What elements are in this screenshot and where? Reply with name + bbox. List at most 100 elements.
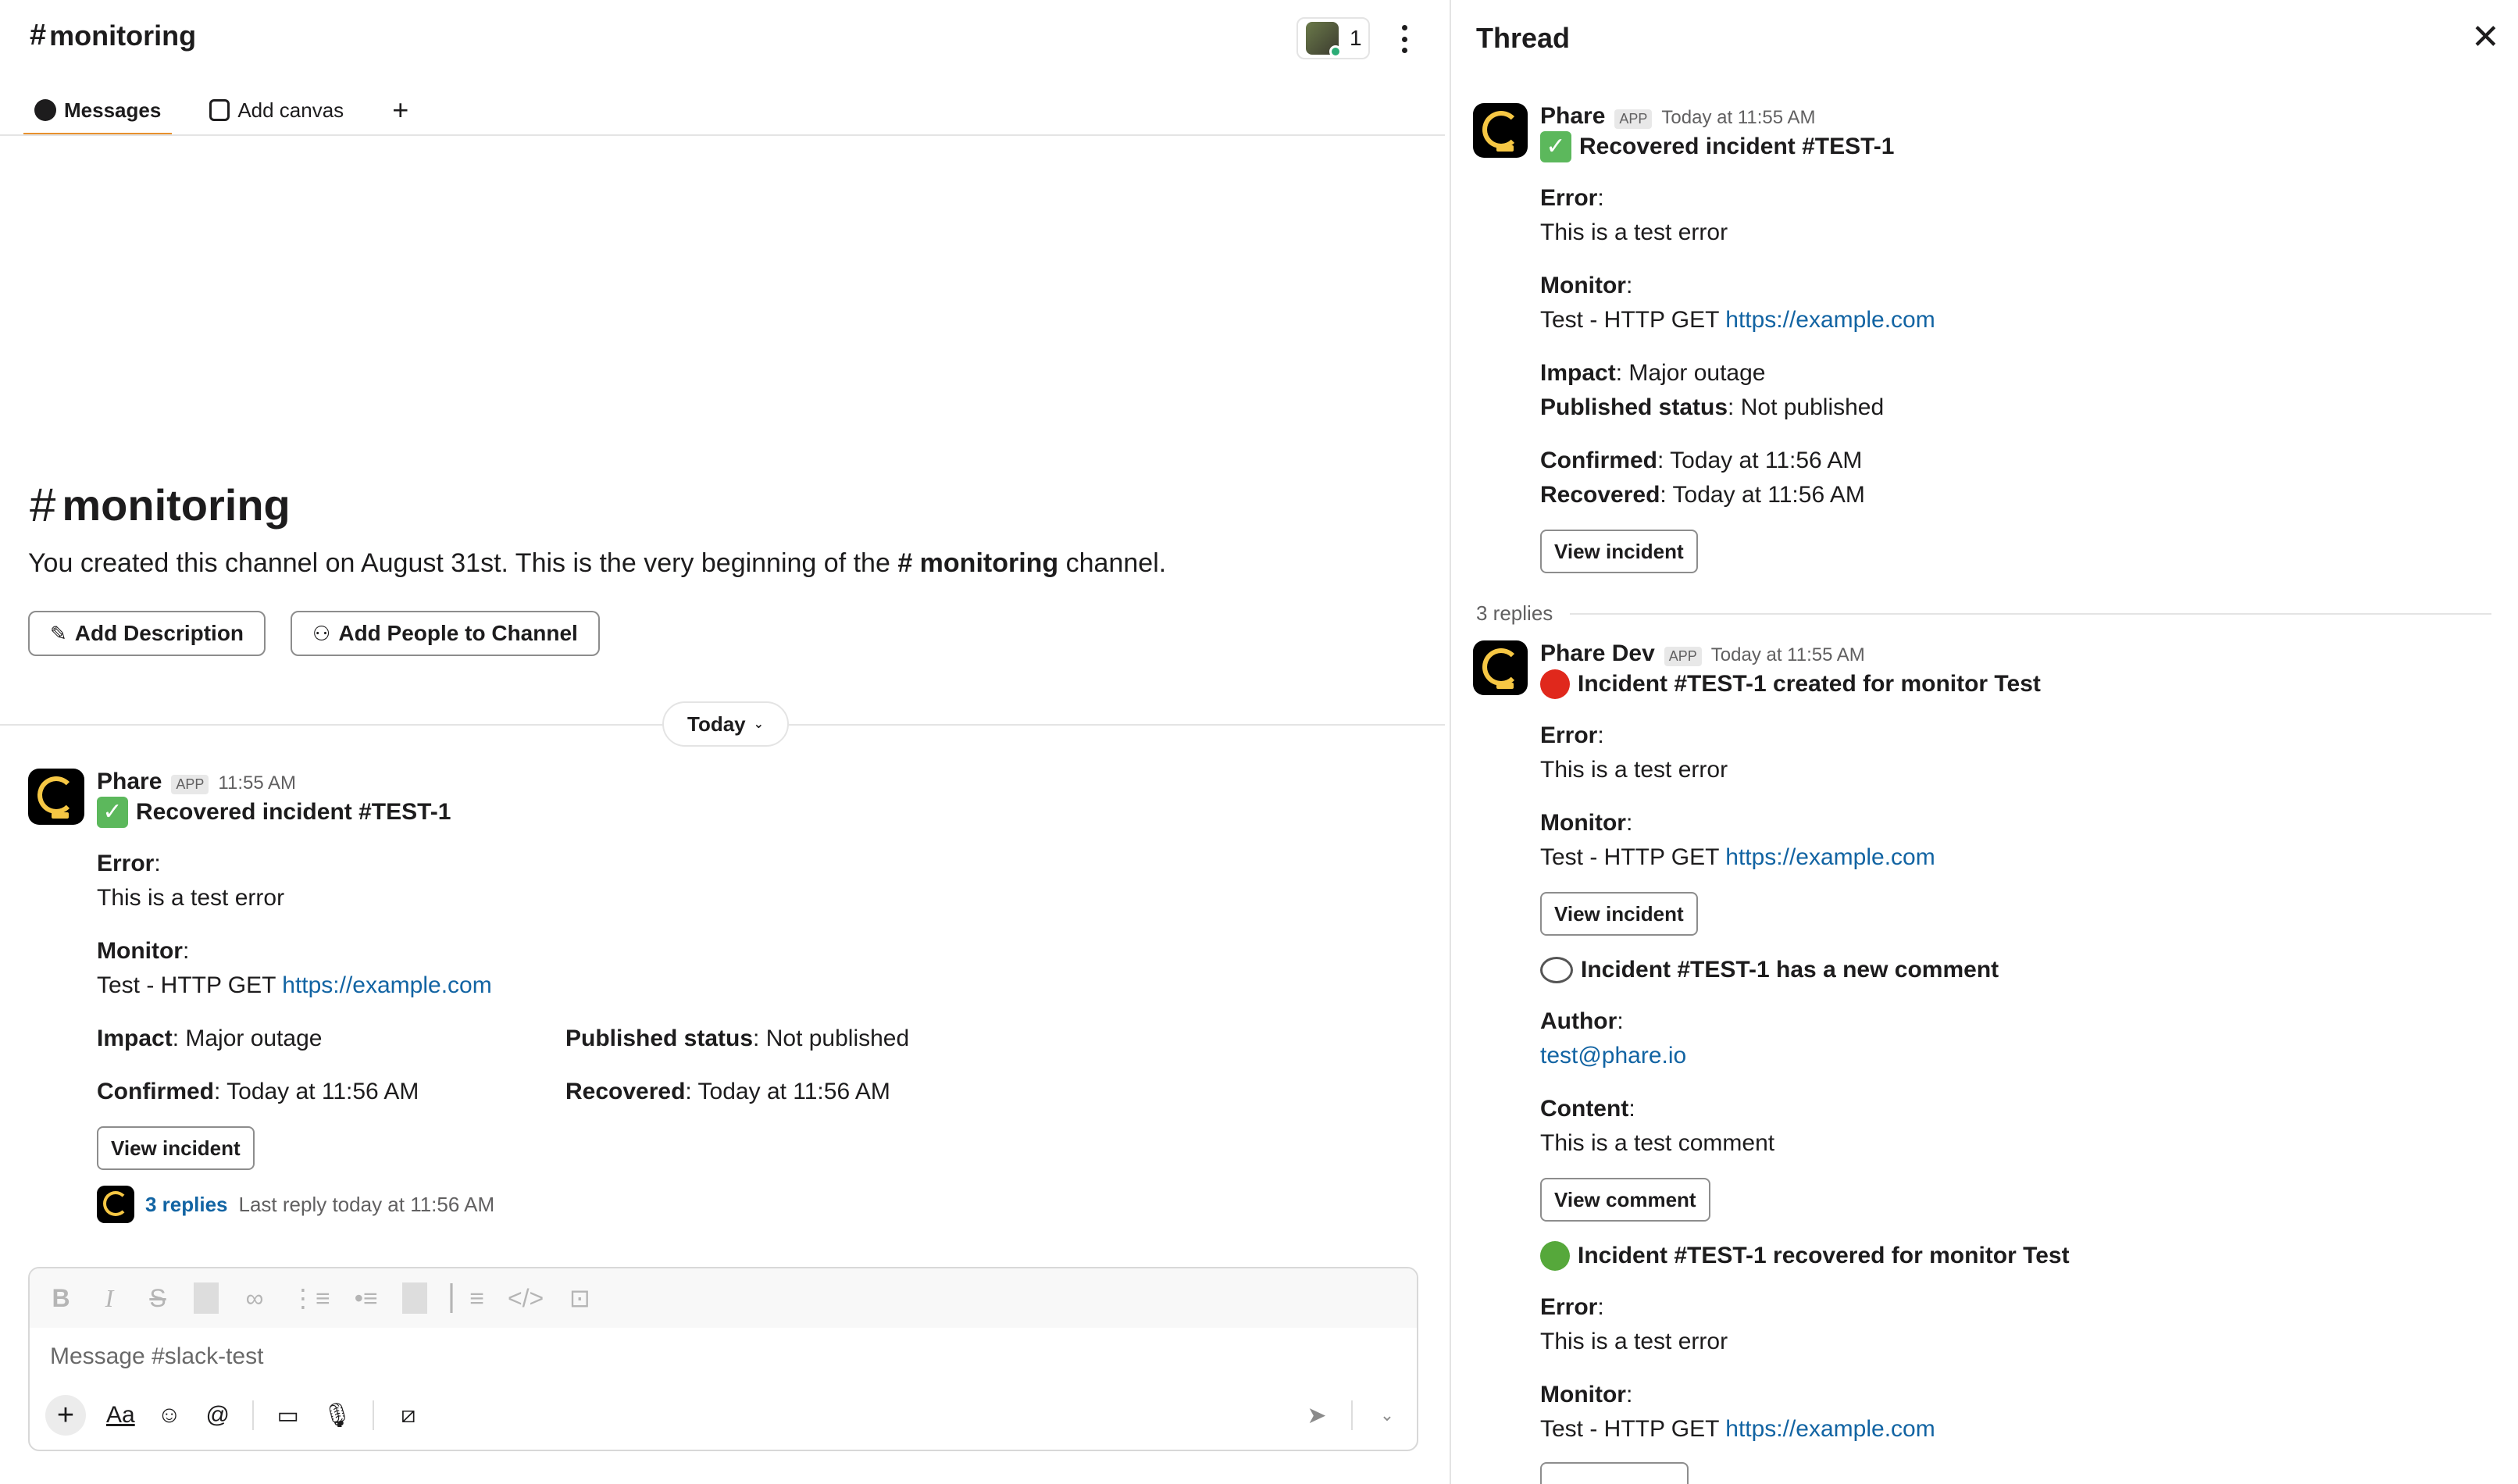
monitor-link[interactable]: https://example.com <box>1725 307 1935 333</box>
code-block-icon[interactable]: ⊡ <box>567 1283 592 1313</box>
confirmed-value: : Today at 11:56 AM <box>214 1079 419 1104</box>
error-label: Error <box>1540 1294 1598 1320</box>
channel-title[interactable]: # monitoring <box>30 19 196 52</box>
channel-tabs: Messages Add canvas + <box>23 86 419 136</box>
formatting-toolbar: B I S ∞ ⋮≡ •≡ ▏≡ </> ⊡ <box>30 1268 1417 1328</box>
phare-dev-app-avatar[interactable] <box>1473 640 1528 695</box>
published-label: Published status <box>565 1026 754 1051</box>
intro-channel-name: monitoring <box>62 480 291 530</box>
message-composer[interactable]: B I S ∞ ⋮≡ •≡ ▏≡ </> ⊡ Message #slack-te… <box>28 1267 1418 1451</box>
ordered-list-icon[interactable]: ⋮≡ <box>291 1283 330 1313</box>
impact-label: Impact <box>97 1026 173 1051</box>
monitor-link[interactable]: https://example.com <box>1725 1416 1935 1442</box>
recovered-title-text: Incident #TEST-1 recovered for monitor T… <box>1578 1243 2070 1268</box>
day-divider-button[interactable]: Today ⌄ <box>662 701 790 747</box>
bold-icon[interactable]: B <box>48 1284 73 1313</box>
impact-label: Impact <box>1540 360 1616 386</box>
message-input[interactable]: Message #slack-test <box>50 1343 263 1370</box>
phare-app-avatar[interactable] <box>28 769 84 825</box>
send-icon[interactable]: ➤ <box>1303 1402 1331 1429</box>
intro-actions: ✎ Add Description ⚇ Add People to Channe… <box>28 611 600 656</box>
monitor-link[interactable]: https://example.com <box>1725 844 1935 870</box>
red-circle-emoji-icon <box>1540 669 1570 699</box>
members-button[interactable]: 1 <box>1296 17 1370 59</box>
mention-icon[interactable]: @ <box>204 1402 232 1429</box>
tabs-divider <box>0 134 1445 136</box>
reply-avatar <box>97 1186 134 1223</box>
monitor-link[interactable]: https://example.com <box>282 972 491 998</box>
view-incident-button-partial[interactable] <box>1540 1462 1689 1484</box>
recovered-value: : Today at 11:56 AM <box>1660 482 1865 508</box>
view-incident-button[interactable]: View incident <box>1540 530 1698 573</box>
intro-title: # monitoring <box>30 478 291 532</box>
slash-command-icon[interactable]: ⧄ <box>394 1402 423 1429</box>
author-email-link[interactable]: test@phare.io <box>1540 1043 1686 1068</box>
published-value: : Not published <box>1728 394 1885 420</box>
text-format-icon[interactable]: Aa <box>106 1402 135 1429</box>
thread-replies-bar[interactable]: 3 replies Last reply today at 11:56 AM <box>97 1186 1346 1223</box>
content-value: This is a test comment <box>1540 1130 1775 1156</box>
message-body: Phare Dev APP Today at 11:55 AM Incident… <box>1540 640 2477 1484</box>
speech-bubble-emoji-icon <box>1540 957 1573 983</box>
view-incident-button[interactable]: View incident <box>97 1126 255 1170</box>
plus-icon[interactable]: + <box>45 1395 86 1436</box>
send-options-chevron-icon[interactable]: ⌄ <box>1373 1405 1401 1425</box>
view-comment-button[interactable]: View comment <box>1540 1178 1710 1222</box>
intro-channel-ref[interactable]: # monitoring <box>897 548 1058 578</box>
recovered-label: Recovered <box>565 1079 686 1104</box>
check-emoji-icon: ✓ <box>97 797 128 828</box>
recovered-label: Recovered <box>1540 482 1660 508</box>
message-time[interactable]: Today at 11:55 AM <box>1711 644 1865 666</box>
video-icon[interactable]: ▭ <box>274 1402 302 1429</box>
intro-channel-ref-label: monitoring <box>919 548 1059 578</box>
thread-title: Thread <box>1476 22 1571 54</box>
kebab-menu-icon[interactable] <box>1390 22 1418 56</box>
message-time[interactable]: Today at 11:55 AM <box>1661 107 1815 129</box>
confirmed-label: Confirmed <box>1540 448 1657 473</box>
code-icon[interactable]: </> <box>508 1284 544 1313</box>
error-value: This is a test error <box>97 885 285 911</box>
monitor-label: Monitor <box>97 938 183 964</box>
add-people-label: Add People to Channel <box>338 621 578 645</box>
thread-pane: Thread ✕ Phare APP Today at 11:55 AM ✓ R… <box>1450 0 2518 1484</box>
message-title-text: Recovered incident #TEST-1 <box>1579 134 1895 159</box>
message-author[interactable]: Phare <box>97 769 162 795</box>
message-header: Phare Dev APP Today at 11:55 AM <box>1540 640 2477 667</box>
message-time[interactable]: 11:55 AM <box>218 772 296 794</box>
recovered-value: : Today at 11:56 AM <box>685 1079 890 1104</box>
published-label: Published status <box>1540 394 1728 420</box>
author-label: Author <box>1540 1008 1617 1034</box>
recovered-title: Incident #TEST-1 recovered for monitor T… <box>1540 1239 2477 1273</box>
add-tab-plus-icon[interactable]: + <box>381 86 419 134</box>
error-label: Error <box>1540 185 1598 211</box>
content-label: Content <box>1540 1096 1629 1122</box>
link-icon[interactable]: ∞ <box>242 1284 267 1313</box>
italic-icon[interactable]: I <box>97 1284 122 1313</box>
error-label: Error <box>97 851 155 876</box>
close-icon[interactable]: ✕ <box>2471 17 2500 57</box>
replies-link[interactable]: 3 replies <box>145 1193 228 1217</box>
tab-add-canvas[interactable]: Add canvas <box>198 86 355 134</box>
add-description-button[interactable]: ✎ Add Description <box>28 611 266 656</box>
comment-title: Incident #TEST-1 has a new comment <box>1540 953 2477 987</box>
tab-messages[interactable]: Messages <box>23 86 173 136</box>
monitor-text: Test - HTTP GET <box>1540 307 1726 333</box>
blockquote-icon[interactable]: ▏≡ <box>451 1283 484 1313</box>
strikethrough-icon[interactable]: S <box>145 1284 170 1313</box>
view-incident-button[interactable]: View incident <box>1540 892 1698 936</box>
add-people-button[interactable]: ⚇ Add People to Channel <box>291 611 600 656</box>
message-title-text: Recovered incident #TEST-1 <box>136 799 451 825</box>
app-badge: APP <box>171 775 209 794</box>
created-title: Incident #TEST-1 created for monitor Tes… <box>1540 667 2477 701</box>
message-author[interactable]: Phare Dev <box>1540 640 1655 667</box>
microphone-icon[interactable]: 🎙︎ <box>323 1402 352 1429</box>
channel-pane: # monitoring 1 Messages Add canvas + # m… <box>0 0 1445 1484</box>
phare-app-avatar[interactable] <box>1473 103 1528 158</box>
add-person-icon: ⚇ <box>312 621 331 645</box>
replies-count: 3 replies <box>1476 601 1553 625</box>
message-author[interactable]: Phare <box>1540 103 1605 130</box>
replies-divider: 3 replies <box>1476 601 2491 626</box>
bulleted-list-icon[interactable]: •≡ <box>354 1284 379 1313</box>
emoji-icon[interactable]: ☺ <box>155 1402 184 1429</box>
error-value: This is a test error <box>1540 219 1728 245</box>
